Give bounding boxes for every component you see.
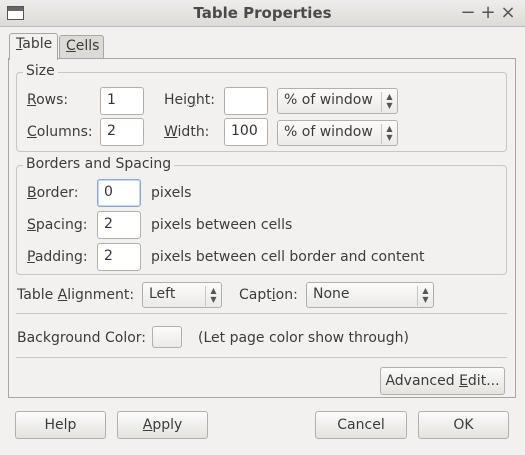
width-unit-select[interactable]: % of window ▲ ▼ (277, 120, 398, 146)
width-label: Width: (164, 124, 209, 140)
separator (16, 313, 507, 314)
ok-button[interactable]: OK (418, 411, 509, 439)
apply-mnemonic: A (142, 417, 153, 433)
border-label: Border: (27, 185, 78, 201)
close-button[interactable]: × (498, 2, 518, 24)
columns-label-text: olumns: (36, 124, 93, 140)
cancel-button[interactable]: Cancel (315, 411, 407, 439)
width-input[interactable]: 100 (224, 118, 268, 146)
width-mnemonic: W (164, 124, 178, 140)
table-alignment-label-rest: lignment: (67, 287, 135, 303)
height-label-rest: ht: (195, 92, 216, 108)
height-unit-select[interactable]: % of window ▲ ▼ (277, 88, 398, 114)
rows-label-text: ows: (36, 92, 69, 108)
columns-label: Columns: (27, 124, 93, 140)
borders-legend: Borders and Spacing (23, 156, 175, 172)
table-alignment-mnemonic: A (57, 287, 68, 303)
caption-label: Caption: (239, 287, 298, 303)
advanced-edit-rest: dit... (467, 373, 500, 389)
tab-table-label: able (22, 36, 53, 52)
rows-label: Rows: (27, 92, 68, 108)
height-mnemonic: g (187, 92, 196, 108)
apply-button[interactable]: Apply (117, 411, 208, 439)
advanced-edit-mnemonic: E (459, 373, 468, 389)
padding-mnemonic: P (27, 249, 35, 265)
spacing-mnemonic: S (27, 217, 36, 233)
tab-table[interactable]: Table (9, 33, 58, 60)
padding-suffix: pixels between cell border and content (151, 249, 425, 265)
border-mnemonic: B (27, 185, 37, 201)
border-label-text: order: (36, 185, 79, 201)
border-input[interactable]: 0 (97, 179, 141, 207)
height-input[interactable] (224, 87, 268, 115)
width-label-text: idth: (177, 124, 210, 140)
columns-mnemonic: C (27, 124, 37, 140)
help-button[interactable]: Help (15, 411, 106, 439)
width-unit-value: % of window (284, 124, 373, 140)
spin-arrows-icon: ▲ ▼ (381, 124, 397, 144)
apply-label: pply (152, 417, 183, 433)
rows-input[interactable]: 1 (100, 87, 144, 115)
title-bar: Table Properties − + × (0, 0, 525, 27)
caption-label-rest: on: (275, 287, 298, 303)
table-alignment-label-pre: Table (17, 287, 58, 303)
table-alignment-label: Table Alignment: (17, 287, 134, 303)
background-color-button[interactable] (152, 326, 182, 348)
tab-cells[interactable]: Cells (59, 35, 104, 60)
padding-input[interactable]: 2 (97, 243, 141, 271)
spacing-input[interactable]: 2 (97, 211, 141, 239)
height-unit-value: % of window (284, 92, 373, 108)
background-color-label: Background Color: (17, 330, 146, 346)
tab-cells-label: ells (75, 38, 100, 54)
padding-label-text: adding: (34, 249, 88, 265)
caption-label-pre: Capt (239, 287, 272, 303)
tab-cells-mnemonic: C (66, 38, 76, 54)
minimize-button[interactable]: − (458, 2, 478, 24)
columns-input[interactable]: 2 (100, 118, 144, 146)
advanced-edit-pre: Advanced (385, 373, 460, 389)
table-alignment-select[interactable]: Left ▲ ▼ (142, 282, 222, 308)
separator (16, 357, 507, 358)
spacing-label-text: pacing: (35, 217, 88, 233)
padding-label: Padding: (27, 249, 88, 265)
height-label-pre: Hei (164, 92, 188, 108)
window-title: Table Properties (193, 4, 332, 22)
table-alignment-value: Left (149, 286, 176, 302)
background-color-note: (Let page color show through) (198, 330, 410, 346)
maximize-button[interactable]: + (478, 2, 498, 24)
spin-arrows-icon: ▲ ▼ (381, 92, 397, 112)
height-label: Height: (164, 92, 215, 108)
spin-arrows-icon: ▲ ▼ (205, 286, 221, 306)
caption-value: None (313, 286, 350, 302)
spacing-suffix: pixels between cells (151, 217, 293, 233)
rows-mnemonic: R (27, 92, 37, 108)
spacing-label: Spacing: (27, 217, 87, 233)
size-legend: Size (23, 63, 58, 79)
advanced-edit-button[interactable]: Advanced Edit... (380, 367, 505, 395)
border-suffix: pixels (151, 185, 192, 201)
spin-arrows-icon: ▲ ▼ (417, 286, 433, 306)
caption-select[interactable]: None ▲ ▼ (306, 282, 434, 308)
